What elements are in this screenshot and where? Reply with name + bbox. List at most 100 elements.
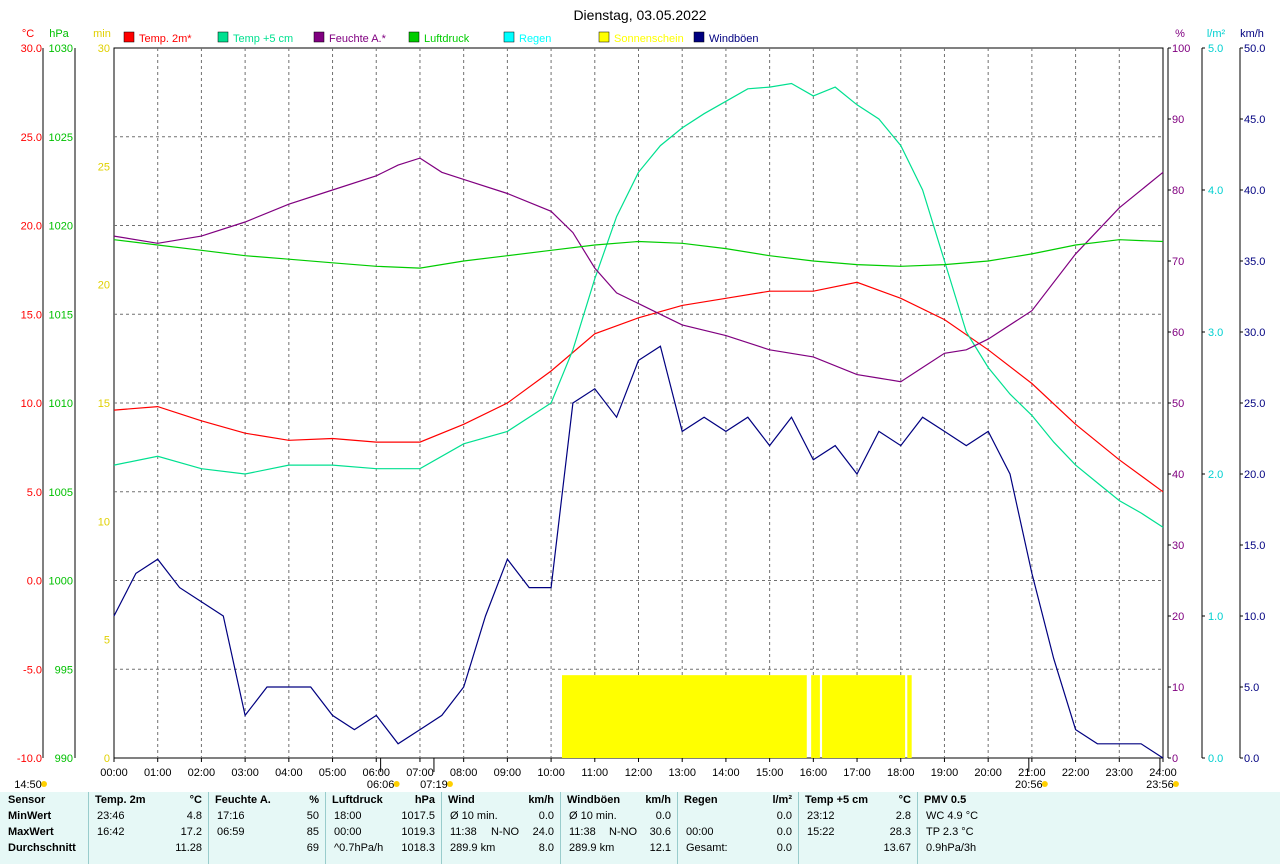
marker-label: 14:50 <box>14 779 42 790</box>
left-axis-tick-label: 1025 <box>49 132 73 144</box>
summary-cell: 2.8 <box>895 810 911 822</box>
legend-swatch <box>598 31 610 43</box>
x-tick-label: 22:00 <box>1062 767 1090 779</box>
left-axis-tick-label: 995 <box>55 664 73 676</box>
right-axis-tick-label: 1.0 <box>1208 611 1223 623</box>
summary-cell: 11:38 <box>569 826 596 838</box>
summary-cell-row: TP 2.3 °C <box>918 824 1047 840</box>
summary-cell: 0.0 <box>776 826 792 838</box>
summary-cell: 289.9 km <box>450 842 496 854</box>
summary-cell: 0.0 <box>776 842 792 854</box>
summary-cell: 11:38 <box>450 826 477 838</box>
summary-cell-row: ^0.7hPa/h 1018.3 <box>326 840 441 856</box>
summary-table: Sensor MinWert MaxWert Durchschnitt Temp… <box>0 792 1280 864</box>
summary-cell: 30.6 <box>649 826 671 838</box>
x-tick-label: 24:00 <box>1149 767 1177 779</box>
x-tick-label: 02:00 <box>188 767 216 779</box>
right-axis-tick-label: 40 <box>1172 469 1184 481</box>
summary-cell: 00:00 <box>686 826 714 838</box>
summary-col-unit: % <box>309 794 319 806</box>
summary-cell: 50 <box>306 810 319 822</box>
right-axis-tick-label: 100 <box>1172 43 1190 55</box>
x-tick-label: 19:00 <box>931 767 959 779</box>
summary-cell: 18:00 <box>334 810 362 822</box>
right-axis-tick-label: 50.0 <box>1244 43 1265 55</box>
summary-cell: 17:16 <box>217 810 245 822</box>
right-axis-tick-label: 2.0 <box>1208 469 1223 481</box>
legend-swatch <box>123 31 135 43</box>
summary-cell: 0.0 <box>538 810 554 822</box>
summary-cell: ^0.7hPa/h <box>334 842 384 854</box>
marker-label: 20:56 <box>1015 779 1043 790</box>
summary-cell: 06:59 <box>217 826 245 838</box>
summary-cell-row: 0.0 <box>678 808 798 824</box>
legend-entry: Windböen <box>709 33 759 45</box>
x-tick-label: 05:00 <box>319 767 347 779</box>
chart-canvas: 00:00 01:00 02:00 03:00 04:00 05:00 06:00 07:00… <box>14 7 1265 791</box>
summary-cell: 1019.3 <box>401 826 435 838</box>
summary-col-title: PMV 0.5 <box>924 794 967 806</box>
right-axis-tick-label: 0 <box>1172 753 1178 765</box>
x-tick-label: 14:00 <box>712 767 740 779</box>
summary-col-title: Temp +5 cm <box>805 794 869 806</box>
x-tick-label: 06:00 <box>362 767 390 779</box>
row-label-avg: Durchschnitt <box>8 842 76 854</box>
summary-cell-row: Gesamt: 0.0 <box>678 840 798 856</box>
summary-cell: Gesamt: <box>686 842 728 854</box>
left-axis-tick-label: 20.0 <box>21 221 42 233</box>
summary-cell-row: 289.9 km 8.0 <box>442 840 560 856</box>
summary-cell: 8.0 <box>538 842 554 854</box>
summary-col-unit: °C <box>898 794 911 806</box>
x-tick-label: 15:00 <box>756 767 784 779</box>
right-axis-tick-label: 10 <box>1172 682 1184 694</box>
left-axis-tick-label: 25.0 <box>21 132 42 144</box>
x-tick-label: 13:00 <box>668 767 696 779</box>
summary-cell: 0.9hPa/3h <box>926 842 977 854</box>
summary-col-title: Feuchte A. <box>215 794 271 806</box>
x-tick-label: 18:00 <box>887 767 915 779</box>
right-axis-tick-label: 15.0 <box>1244 540 1265 552</box>
summary-cell: 23:12 <box>807 810 835 822</box>
summary-col-unit: °C <box>189 794 202 806</box>
sun-icon <box>41 781 47 787</box>
summary-cell: 289.9 km <box>569 842 615 854</box>
x-tick-label: 09:00 <box>494 767 522 779</box>
left-axis-tick-label: 5.0 <box>27 487 42 499</box>
summary-cell-row: 0.9hPa/3h <box>918 840 1047 856</box>
right-axis-tick-label: 5.0 <box>1208 43 1223 55</box>
x-tick-label: 01:00 <box>144 767 172 779</box>
x-tick-label: 11:00 <box>581 767 608 779</box>
right-axis-unit: % <box>1175 28 1185 40</box>
summary-cell: WC 4.9 °C <box>926 810 979 822</box>
chart-title: Dienstag, 03.05.2022 <box>573 7 706 23</box>
summary-cell-row: Ø 10 min. 0.0 <box>561 808 677 824</box>
legend-swatch <box>693 31 705 43</box>
right-axis-tick-label: 30.0 <box>1244 327 1265 339</box>
summary-cell: 11.28 <box>175 842 202 854</box>
x-tick-label: 21:00 <box>1018 767 1046 779</box>
legend-entry: Temp. 2m* <box>139 33 192 45</box>
left-axis-tick-label: 30.0 <box>21 43 42 55</box>
sun-icon <box>446 781 453 787</box>
legend-swatch <box>217 31 229 43</box>
summary-cell: Ø 10 min. <box>450 810 498 822</box>
sun-icon <box>1041 781 1048 787</box>
row-label-sensor: Sensor <box>8 794 46 806</box>
left-axis-tick-label: 1020 <box>49 221 73 233</box>
right-axis-tick-label: 60 <box>1172 327 1184 339</box>
summary-cell: 00:00 <box>334 826 362 838</box>
summary-cell-row: 16:42 17.2 <box>89 824 208 840</box>
right-axis-tick-label: 70 <box>1172 256 1184 268</box>
summary-cell: 4.8 <box>186 810 202 822</box>
x-tick-label: 03:00 <box>231 767 259 779</box>
legend-entry: Luftdruck <box>424 33 470 45</box>
summary-col-unit: l/m² <box>772 794 792 806</box>
right-axis-tick-label: 10.0 <box>1244 611 1265 623</box>
summary-col: Temp. 2m °C 23:46 4.8 16:42 17.2 11.28 <box>88 792 208 864</box>
left-axis-tick-label: 0.0 <box>27 576 42 588</box>
x-tick-label: 08:00 <box>450 767 478 779</box>
left-axis-unit: °C <box>22 28 34 40</box>
x-tick-label: 12:00 <box>625 767 653 779</box>
legend-swatch <box>313 31 325 43</box>
x-tick-label: 00:00 <box>100 767 128 779</box>
